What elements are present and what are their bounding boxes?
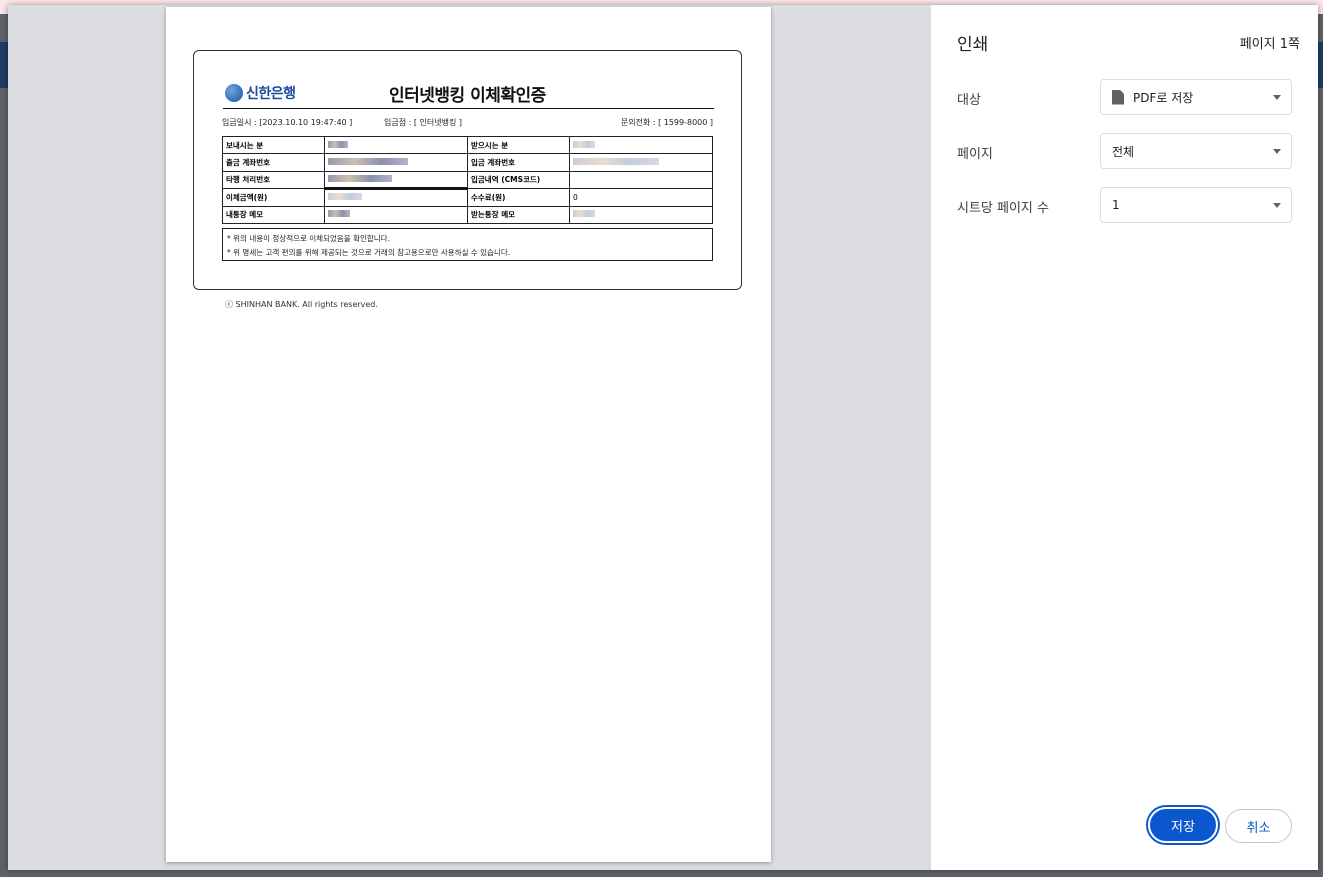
destination-value: PDF로 저장	[1133, 90, 1194, 105]
pages-select[interactable]: 전체	[1100, 133, 1292, 169]
destination-label: 대상	[957, 93, 981, 108]
print-dialog: 신한은행 인터넷뱅킹 이체확인증 입금일시 : [2023.10.10 19:4…	[8, 5, 1318, 870]
save-button[interactable]: 저장	[1148, 807, 1218, 843]
panel-title: 인쇄	[957, 35, 989, 55]
receipt-table: 보내시는 분 받으시는 분 출금 계좌번호 입금 계좌번호 타행 처리번호 입금…	[222, 135, 713, 224]
table-value	[324, 153, 468, 172]
table-value	[569, 205, 713, 224]
bank-logo: 신한은행	[225, 83, 296, 103]
table-row: 이체금액(원) 수수료(원) 0	[222, 188, 713, 207]
table-label: 타행 처리번호	[222, 170, 325, 190]
pages-label: 페이지	[957, 147, 993, 162]
destination-select[interactable]: PDF로 저장	[1100, 79, 1292, 115]
bank-name: 신한은행	[246, 86, 296, 102]
table-row: 내통장 메모 받는통장 메모	[222, 205, 713, 224]
bank-logo-icon	[225, 84, 243, 102]
receipt-notes: * 위의 내용이 정상적으로 이체되었음을 확인합니다. * 위 명세는 고객 …	[222, 228, 713, 261]
deposit-date: 입금일시 : [2023.10.10 19:47:40 ]	[222, 118, 353, 127]
pages-per-sheet-label: 시트당 페이지 수	[957, 201, 1049, 216]
pages-value: 전체	[1112, 144, 1135, 159]
note-line: * 위 명세는 고객 편의를 위해 제공되는 것으로 거래의 참고용으로만 사용…	[227, 248, 511, 257]
note-line: * 위의 내용이 정상적으로 이체되었음을 확인합니다.	[227, 234, 390, 243]
table-label: 수수료(원)	[467, 188, 570, 207]
dropdown-arrow-icon	[1273, 95, 1281, 100]
print-preview-page: 신한은행 인터넷뱅킹 이체확인증 입금일시 : [2023.10.10 19:4…	[166, 7, 771, 862]
receipt-header: 신한은행 인터넷뱅킹 이체확인증	[223, 81, 714, 109]
cancel-button[interactable]: 취소	[1225, 809, 1292, 843]
receipt-title: 인터넷뱅킹 이체확인증	[389, 86, 546, 106]
table-label: 받는통장 메모	[467, 205, 570, 224]
table-value	[324, 135, 468, 155]
receipt-meta: 입금일시 : [2023.10.10 19:47:40 ] 입금점 : [ 인터…	[222, 117, 713, 129]
table-label: 입금내역 (CMS코드)	[467, 170, 570, 190]
table-value	[324, 205, 468, 224]
table-row: 타행 처리번호 입금내역 (CMS코드)	[222, 170, 713, 191]
table-value	[569, 170, 713, 190]
table-value: 0	[569, 188, 713, 207]
page-count: 페이지 1쪽	[1239, 37, 1300, 52]
table-label: 받으시는 분	[467, 135, 570, 155]
table-value	[324, 188, 468, 207]
table-label: 출금 계좌번호	[222, 153, 325, 172]
deposit-branch: 입금점 : [ 인터넷뱅킹 ]	[384, 118, 462, 127]
inquiry-phone: 문의전화 : [ 1599-8000 ]	[620, 118, 713, 127]
table-label: 입금 계좌번호	[467, 153, 570, 172]
dropdown-arrow-icon	[1273, 203, 1281, 208]
table-label: 이체금액(원)	[222, 188, 325, 207]
table-value	[569, 153, 713, 172]
print-settings-panel: 인쇄 페이지 1쪽 대상 PDF로 저장 페이지 전체 시트당 페이지 수 1 …	[931, 5, 1318, 870]
table-label: 보내시는 분	[222, 135, 325, 155]
dropdown-arrow-icon	[1273, 149, 1281, 154]
pages-per-sheet-select[interactable]: 1	[1100, 187, 1292, 223]
table-row: 출금 계좌번호 입금 계좌번호	[222, 153, 713, 172]
table-row: 보내시는 분 받으시는 분	[222, 135, 713, 155]
copyright-text: ⓒ SHINHAN BANK. All rights reserved.	[225, 300, 378, 309]
table-value	[324, 170, 468, 191]
table-label: 내통장 메모	[222, 205, 325, 224]
table-value	[569, 135, 713, 155]
pages-per-sheet-value: 1	[1112, 198, 1120, 212]
document-icon	[1112, 89, 1124, 105]
